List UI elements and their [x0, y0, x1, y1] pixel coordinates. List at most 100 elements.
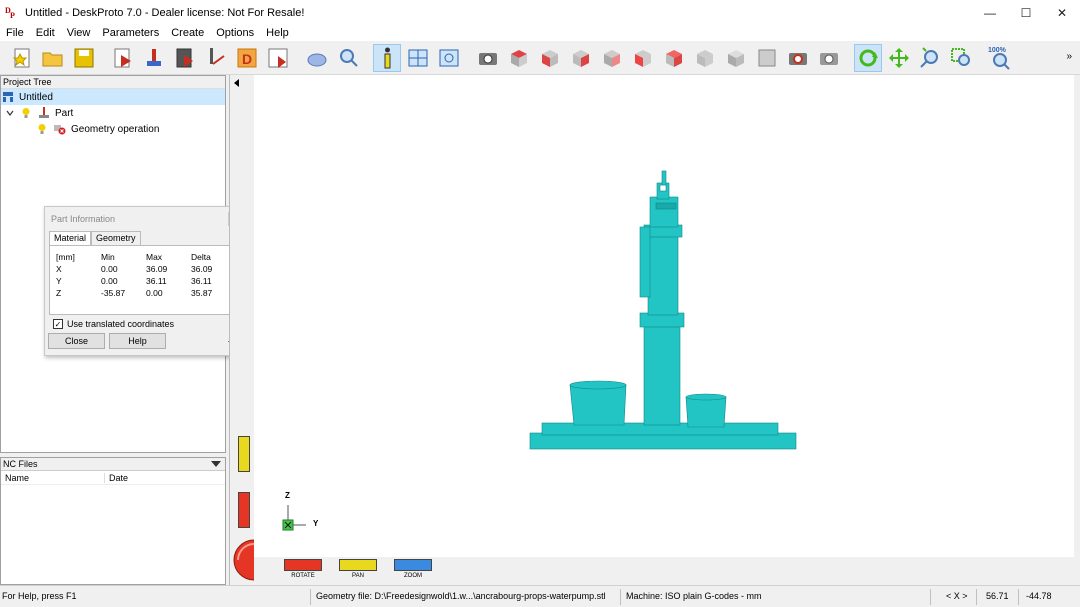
rotate-gauge[interactable]	[238, 492, 250, 528]
help-button[interactable]: Help	[109, 333, 166, 349]
rotate-mode-control[interactable]: ROTATE	[283, 559, 323, 579]
zoom-in-button[interactable]	[916, 44, 944, 72]
vector-button[interactable]	[202, 44, 230, 72]
view-right-button[interactable]	[660, 44, 688, 72]
tab-geometry[interactable]: Geometry	[91, 231, 141, 245]
magnify-icon	[340, 48, 358, 67]
part-icon	[37, 107, 51, 119]
status-axis-hint: < X >	[946, 591, 968, 601]
shade-button[interactable]	[303, 44, 331, 72]
save-nc-button[interactable]	[264, 44, 292, 72]
zoom-100-label: 100%	[988, 47, 1007, 54]
minimize-button[interactable]: —	[972, 0, 1008, 25]
load-geometry-icon	[114, 48, 131, 67]
window-title: Untitled - DeskProto 7.0 - Dealer licens…	[25, 6, 305, 19]
zoom-mode-label: ZOOM	[404, 573, 422, 579]
close-window-button[interactable]: ✕	[1044, 0, 1080, 25]
translated-coordinates-checkbox[interactable]: ✓	[53, 319, 63, 329]
menu-edit[interactable]: Edit	[30, 27, 61, 39]
table-header-min: Min	[101, 252, 115, 262]
rotate-mode-label: ROTATE	[291, 573, 315, 579]
camera-store-button[interactable]	[815, 44, 843, 72]
tree-item-project[interactable]: Untitled	[1, 89, 225, 105]
rotate-mode-strip[interactable]	[284, 559, 322, 571]
column-header-name[interactable]: Name	[1, 472, 105, 483]
view-solid-button[interactable]	[753, 44, 781, 72]
dropdown-arrow-icon[interactable]	[211, 459, 221, 469]
menu-bar: File Edit View Parameters Create Options…	[0, 25, 1080, 41]
tree-item-geometry-operation[interactable]: Geometry operation	[1, 121, 225, 137]
dialog-tabs: Material Geometry	[49, 231, 244, 245]
save-nc-icon	[268, 48, 288, 68]
single-view-button[interactable]	[435, 44, 463, 72]
pan-mode-control[interactable]: PAN	[338, 559, 378, 579]
pan-mode-button[interactable]	[885, 44, 913, 72]
tree-operation-label: Geometry operation	[71, 123, 160, 135]
status-help-text: For Help, press F1	[2, 591, 77, 601]
pan-mode-strip[interactable]	[339, 559, 377, 571]
camera-reset-button[interactable]	[784, 44, 812, 72]
cube-back-icon	[604, 49, 620, 67]
drawing-d-icon: D	[237, 48, 257, 67]
part-button[interactable]	[140, 44, 168, 72]
pan-gauge[interactable]	[238, 436, 250, 472]
tab-material[interactable]: Material	[49, 231, 92, 245]
new-project-button[interactable]	[8, 44, 36, 72]
nc-files-panel: NC Files Name Date	[0, 457, 226, 585]
camera-store-icon	[820, 52, 838, 65]
lightbulb-icon[interactable]	[35, 123, 49, 135]
info-button[interactable]	[373, 43, 401, 72]
collapse-panel-arrow-icon[interactable]	[234, 79, 239, 87]
menu-file[interactable]: File	[0, 27, 30, 39]
translated-coordinates-label: Use translated coordinates	[67, 319, 175, 329]
open-folder-icon	[42, 52, 63, 66]
view-back-button[interactable]	[598, 44, 626, 72]
menu-view[interactable]: View	[61, 27, 97, 39]
lightbulb-icon[interactable]	[19, 107, 33, 119]
four-views-button[interactable]	[404, 44, 432, 72]
camera-view-button[interactable]	[474, 44, 502, 72]
bitmap-button[interactable]	[171, 44, 199, 72]
dialog-title-bar[interactable]: Part Information	[45, 207, 244, 231]
view-left-button[interactable]	[629, 44, 657, 72]
menu-parameters[interactable]: Parameters	[96, 27, 165, 39]
dialog-title: Part Information	[51, 214, 116, 224]
tree-item-part[interactable]: Part	[1, 105, 225, 121]
save-project-button[interactable]	[70, 44, 98, 72]
search-button[interactable]	[334, 44, 362, 72]
translated-coordinates-option[interactable]: ✓ Use translated coordinates	[45, 315, 244, 333]
view-top-button[interactable]	[536, 44, 564, 72]
zoom-mode-strip[interactable]	[394, 559, 432, 571]
maximize-button[interactable]: ☐	[1008, 0, 1044, 25]
zoom-100-button[interactable]: 100%	[986, 44, 1014, 72]
new-file-icon	[12, 48, 30, 67]
zoom-window-icon	[951, 47, 970, 66]
column-header-date[interactable]: Date	[105, 473, 128, 483]
axis-y-label: Y	[313, 519, 319, 528]
row-y-axis: Y	[56, 276, 62, 286]
view-plain-button[interactable]	[722, 44, 750, 72]
dimensions-table: [mm] Min Max Delta X 0.00 36.09 36.09 Y …	[49, 245, 240, 315]
status-coordinate-x: 56.71	[986, 591, 1009, 601]
3d-viewport[interactable]: Z Y	[254, 75, 1074, 557]
menu-options[interactable]: Options	[210, 27, 260, 39]
open-project-button[interactable]	[39, 44, 67, 72]
view-front-button[interactable]	[567, 44, 595, 72]
expand-chevron-icon[interactable]	[5, 107, 15, 119]
cube-left-icon	[635, 49, 651, 67]
zoom-window-button[interactable]	[947, 44, 975, 72]
camera-reset-icon	[789, 52, 807, 65]
zoom-mode-control[interactable]: ZOOM	[393, 559, 433, 579]
info-icon	[384, 47, 391, 68]
menu-create[interactable]: Create	[165, 27, 210, 39]
menu-help[interactable]: Help	[260, 27, 295, 39]
drawing-button[interactable]: D	[233, 44, 261, 72]
toolbar-overflow-chevron[interactable]: »	[1066, 51, 1072, 62]
close-button[interactable]: Close	[48, 333, 105, 349]
view-iso-button[interactable]	[505, 44, 533, 72]
view-bottom-button[interactable]	[691, 44, 719, 72]
rotate-mode-button[interactable]	[854, 43, 882, 72]
project-icon	[1, 91, 15, 103]
load-geometry-button[interactable]	[109, 44, 137, 72]
deskproto-logo-icon: D P	[5, 6, 19, 20]
